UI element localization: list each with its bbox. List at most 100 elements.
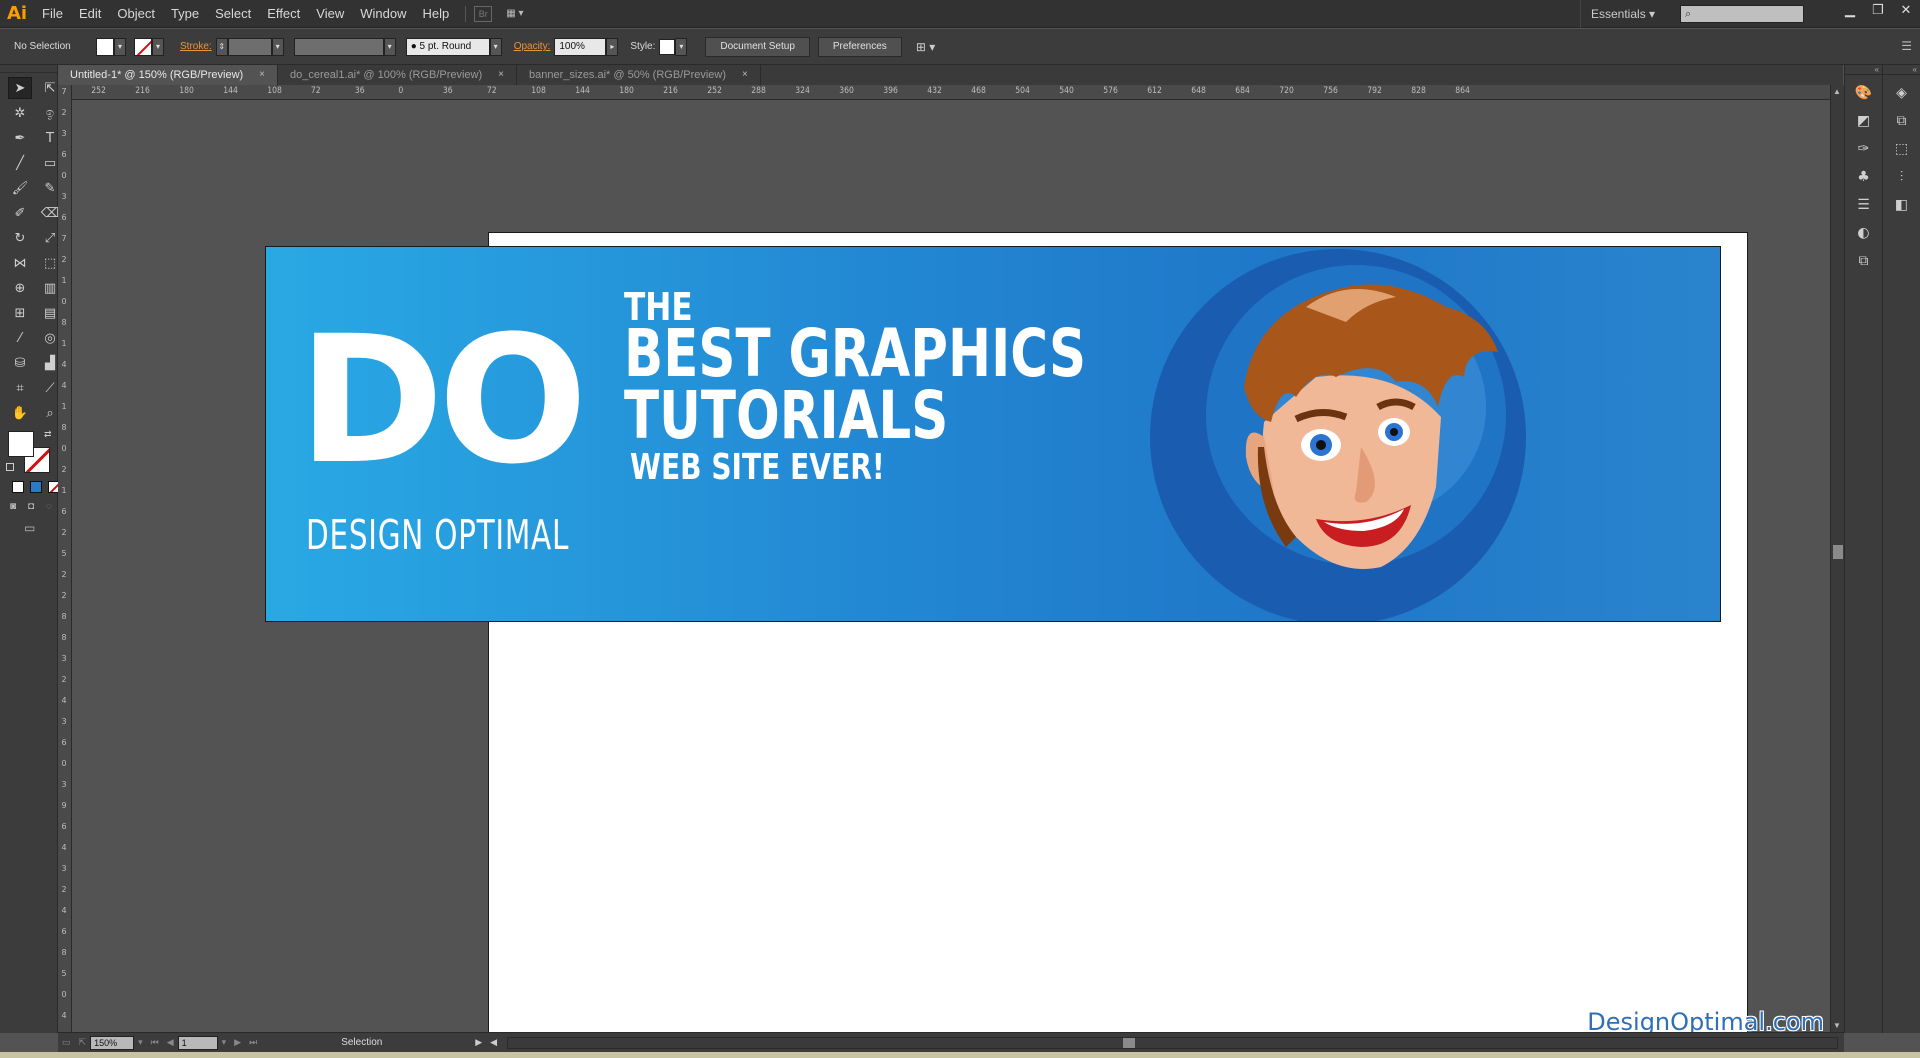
close-tab-icon[interactable]: × xyxy=(498,65,504,85)
vertical-ruler[interactable]: 7 2 3 6 0 3 6 7 2 1 0 8 1 4 4 1 8 0 2 1 6 2 5 2 2 8 8 3 2 4 3 6 0 3 9 6 4 3 2 4… xyxy=(58,85,72,1032)
workspace-switcher[interactable]: Essentials ▾ xyxy=(1580,0,1660,28)
open-in-bridge-icon[interactable]: ⇱ xyxy=(79,1037,87,1048)
bridge-icon[interactable]: Br xyxy=(474,5,493,22)
close-tab-icon[interactable]: × xyxy=(742,65,748,85)
selection-tool-icon[interactable]: ➤ xyxy=(8,77,32,99)
opacity-label[interactable]: Opacity: xyxy=(514,41,551,52)
align-panel-icon[interactable]: ⫶ xyxy=(1891,167,1913,187)
horizontal-scrollbar[interactable] xyxy=(507,1036,1838,1049)
menu-help[interactable]: Help xyxy=(414,0,457,28)
fill-swatch[interactable] xyxy=(96,37,114,56)
artboard-nav-icon[interactable]: ▭ xyxy=(62,1037,71,1048)
document-setup-button[interactable]: Document Setup xyxy=(705,36,810,57)
menu-window[interactable]: Window xyxy=(352,0,414,28)
artboard-number-field[interactable]: 1 xyxy=(177,1035,218,1050)
tab-untitled[interactable]: Untitled-1* @ 150% (RGB/Preview) × xyxy=(58,65,279,85)
menu-file[interactable]: File xyxy=(34,0,71,28)
banner-artwork[interactable]: DO DESIGN OPTIMAL THE BEST GRAPHICS TUTO… xyxy=(265,246,1721,622)
appearance-icon[interactable]: ◐ xyxy=(1853,223,1875,243)
artboard-tool-icon[interactable]: ⌗ xyxy=(8,377,32,399)
stroke-swatch[interactable] xyxy=(134,37,152,56)
artboards-icon[interactable]: ⧉ xyxy=(1891,111,1913,131)
stroke-stepper[interactable]: ⇕ xyxy=(215,37,228,56)
rotate-tool-icon[interactable]: ↻ xyxy=(8,227,32,249)
zoom-field[interactable]: 150% xyxy=(90,1035,135,1050)
panel-collapse-icon[interactable]: « xyxy=(1845,65,1882,75)
draw-inside-icon[interactable]: ◌ xyxy=(46,501,52,512)
swap-colors-icon[interactable]: ⇄ xyxy=(44,429,52,440)
vertical-scroll-thumb[interactable] xyxy=(1833,545,1843,559)
paintbrush-tool-icon[interactable]: 🖌 xyxy=(8,177,32,199)
brushes-icon[interactable]: ✑ xyxy=(1853,139,1875,159)
close-tab-icon[interactable]: × xyxy=(259,65,265,85)
restore-icon[interactable]: ❐ xyxy=(1864,0,1892,22)
color-guide-icon[interactable]: 🎨 xyxy=(1853,83,1875,103)
scroll-up-icon[interactable]: ▲ xyxy=(1833,87,1841,96)
brush-field[interactable]: ● 5 pt. Round xyxy=(405,37,490,56)
scroll-left-icon[interactable]: ◀ xyxy=(490,1037,497,1048)
first-artboard-icon[interactable]: ⏮ xyxy=(151,1037,159,1048)
align-icon[interactable]: ⊞ ▾ xyxy=(916,40,935,54)
vertical-scrollbar[interactable]: ▲ ▼ xyxy=(1830,85,1844,1032)
minimize-icon[interactable]: ▁ xyxy=(1836,0,1864,22)
menu-view[interactable]: View xyxy=(308,0,352,28)
graphic-styles-icon[interactable]: ⧉ xyxy=(1853,251,1875,271)
mesh-tool-icon[interactable]: ⊞ xyxy=(8,302,32,324)
draw-normal-icon[interactable]: ◙ xyxy=(10,501,16,512)
shape-builder-tool-icon[interactable]: ⊕ xyxy=(8,277,32,299)
eyedropper-tool-icon[interactable]: ⁄ xyxy=(8,327,32,349)
stroke-weight-dropdown[interactable]: ▾ xyxy=(271,37,284,56)
tools-grip[interactable] xyxy=(0,65,57,73)
pathfinder-icon[interactable]: ◧ xyxy=(1891,195,1913,215)
line-tool-icon[interactable]: ╱ xyxy=(8,152,32,174)
status-menu-icon[interactable]: ▶ xyxy=(475,1037,482,1048)
stroke-icon[interactable]: ☰ xyxy=(1853,195,1875,215)
menu-select[interactable]: Select xyxy=(207,0,259,28)
menu-effect[interactable]: Effect xyxy=(259,0,308,28)
symbol-sprayer-tool-icon[interactable]: ⛁ xyxy=(8,352,32,374)
color-icon[interactable]: ◩ xyxy=(1853,111,1875,131)
scroll-down-icon[interactable]: ▼ xyxy=(1833,1021,1841,1030)
prev-artboard-icon[interactable]: ◀ xyxy=(167,1037,174,1048)
next-artboard-icon[interactable]: ▶ xyxy=(234,1037,241,1048)
canvas[interactable]: DO DESIGN OPTIMAL THE BEST GRAPHICS TUTO… xyxy=(72,100,1830,1032)
horizontal-scroll-thumb[interactable] xyxy=(1123,1037,1136,1048)
brush-dropdown[interactable]: ▾ xyxy=(489,37,502,56)
color-mode-icon[interactable] xyxy=(12,481,24,493)
draw-behind-icon[interactable]: ◘ xyxy=(28,501,34,512)
fill-dropdown[interactable]: ▾ xyxy=(114,37,126,56)
width-tool-icon[interactable]: ⋈ xyxy=(8,252,32,274)
horizontal-ruler[interactable]: 252 216 180 144 108 72 36 0 36 72 108 144 180 216 252 2… xyxy=(72,85,1832,100)
artboard-dropdown-icon[interactable]: ▾ xyxy=(222,1037,227,1048)
panel-menu-icon[interactable]: ☰ xyxy=(1901,39,1912,53)
menu-object[interactable]: Object xyxy=(109,0,163,28)
panel-collapse-icon[interactable]: « xyxy=(1883,65,1920,75)
style-swatch[interactable] xyxy=(659,38,676,55)
variable-width-field[interactable] xyxy=(293,37,384,56)
menu-type[interactable]: Type xyxy=(163,0,207,28)
stroke-dropdown[interactable]: ▾ xyxy=(152,37,164,56)
search-input[interactable]: ⌕ xyxy=(1680,5,1804,23)
menu-edit[interactable]: Edit xyxy=(71,0,109,28)
opacity-dropdown[interactable]: ▸ xyxy=(606,37,619,56)
close-icon[interactable]: ✕ xyxy=(1892,0,1920,22)
opacity-field[interactable]: 100% xyxy=(554,37,607,56)
default-colors-icon[interactable] xyxy=(6,463,14,471)
transform-icon[interactable]: ⬚ xyxy=(1891,139,1913,159)
stroke-weight-field[interactable] xyxy=(227,37,272,56)
tab-do-cereal[interactable]: do_cereal1.ai* @ 100% (RGB/Preview) × xyxy=(278,65,517,85)
tab-banner-sizes[interactable]: banner_sizes.ai* @ 50% (RGB/Preview) × xyxy=(517,65,761,85)
variable-width-dropdown[interactable]: ▾ xyxy=(383,37,396,56)
zoom-dropdown-icon[interactable]: ▾ xyxy=(138,1037,143,1048)
fill-color-box[interactable] xyxy=(8,431,34,457)
layers-icon[interactable]: ◈ xyxy=(1891,83,1913,103)
screen-mode-icon[interactable]: ▭ xyxy=(24,521,35,535)
blob-brush-tool-icon[interactable]: ✐ xyxy=(8,202,32,224)
stroke-label[interactable]: Stroke: xyxy=(180,41,212,52)
arrange-documents-icon[interactable]: ▦ ▾ xyxy=(506,6,534,22)
symbols-icon[interactable]: ♣ xyxy=(1853,167,1875,187)
magic-wand-tool-icon[interactable]: ✲ xyxy=(8,102,32,124)
last-artboard-icon[interactable]: ⏭ xyxy=(249,1037,257,1048)
hand-tool-icon[interactable]: ✋ xyxy=(8,402,32,424)
pen-tool-icon[interactable]: ✒ xyxy=(8,127,32,149)
